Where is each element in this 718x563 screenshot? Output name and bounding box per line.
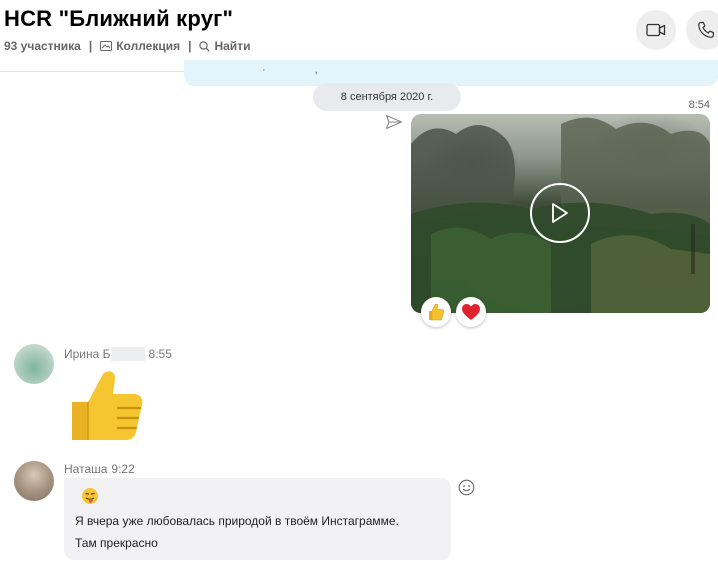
message-text: Я вчера уже любовалась природой в твоём … bbox=[75, 514, 399, 528]
video-call-button[interactable] bbox=[636, 10, 676, 50]
phone-icon bbox=[698, 21, 714, 38]
avatar[interactable] bbox=[14, 344, 54, 384]
sender-line: Ирина Б 8:55 bbox=[64, 347, 172, 361]
video-attachment[interactable] bbox=[411, 114, 710, 313]
avatar[interactable] bbox=[14, 461, 54, 501]
message-time: 9:22 bbox=[111, 462, 135, 476]
separator: | bbox=[88, 39, 93, 53]
separator: | bbox=[188, 39, 192, 53]
sender-name[interactable]: Наташа bbox=[64, 462, 107, 476]
sent-icon bbox=[385, 114, 403, 130]
find-link[interactable]: Найти bbox=[199, 39, 250, 53]
play-button[interactable] bbox=[530, 183, 590, 243]
previous-message-bubble[interactable]: · , bbox=[184, 60, 718, 86]
add-reaction-icon[interactable] bbox=[458, 479, 475, 496]
gallery-icon bbox=[100, 41, 113, 51]
heart-icon bbox=[462, 304, 480, 320]
search-icon bbox=[199, 40, 211, 52]
collection-label: Коллекция bbox=[116, 39, 181, 53]
collection-link[interactable]: Коллекция bbox=[100, 39, 180, 53]
thumbs-up-icon[interactable] bbox=[68, 366, 146, 444]
chat-title[interactable]: HCR "Ближний круг" bbox=[4, 6, 233, 32]
message-time: 8:54 bbox=[688, 99, 710, 111]
find-label: Найти bbox=[214, 39, 251, 53]
sender-line: Наташа 9:22 bbox=[64, 462, 135, 476]
message-bubble[interactable]: Я вчера уже любовалась природой в твоём … bbox=[64, 478, 451, 560]
message-time: 8:55 bbox=[148, 347, 172, 361]
date-divider: 8 сентября 2020 г. bbox=[313, 83, 461, 111]
video-camera-icon bbox=[646, 23, 666, 37]
reaction-thumbs-up[interactable] bbox=[421, 297, 451, 327]
audio-call-button[interactable] bbox=[686, 10, 718, 50]
members-count[interactable]: 93 участника bbox=[4, 39, 81, 53]
previous-message-fragment: · , bbox=[262, 64, 318, 76]
chat-subtitle: 93 участника | Коллекция | Найти bbox=[4, 39, 250, 53]
reaction-heart[interactable] bbox=[456, 297, 486, 327]
play-icon bbox=[552, 203, 568, 223]
redacted-name bbox=[110, 347, 145, 361]
sender-name[interactable]: Ирина Б bbox=[64, 347, 111, 361]
tongue-face-emoji-icon bbox=[82, 488, 98, 504]
thumbs-up-icon bbox=[429, 303, 445, 321]
message-text: Там прекрасно bbox=[75, 536, 158, 550]
